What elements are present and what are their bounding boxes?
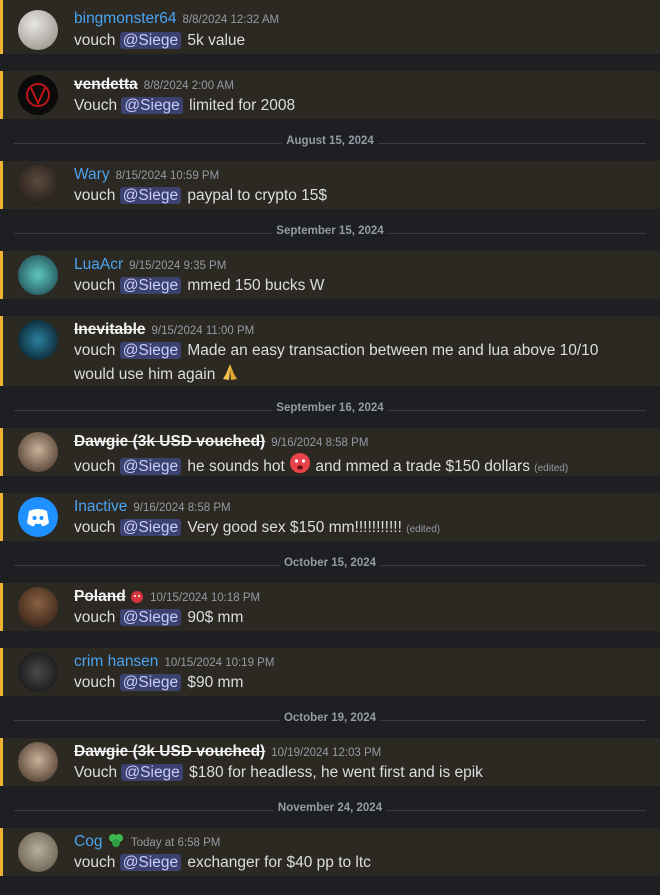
message: Wary 8/15/2024 10:59 PM vouch @Siege payp…: [0, 161, 660, 209]
username[interactable]: LuaAcr: [74, 256, 123, 273]
date-divider: October 15, 2024: [14, 557, 646, 569]
hot-face-emoji-icon: [289, 452, 311, 481]
username[interactable]: Inevitable: [74, 321, 146, 338]
timestamp: 9/15/2024 9:35 PM: [129, 260, 227, 272]
username[interactable]: Wary: [74, 166, 110, 183]
avatar[interactable]: [18, 165, 58, 205]
mention[interactable]: @Siege: [119, 854, 182, 871]
date-divider: September 16, 2024: [14, 402, 646, 414]
username[interactable]: Dawgie (3k USD vouched): [74, 743, 265, 760]
timestamp: 10/15/2024 10:19 PM: [164, 657, 275, 669]
timestamp: 8/8/2024 12:32 AM: [182, 14, 280, 26]
message: Dawgie (3k USD vouched) 10/19/2024 12:03 …: [0, 738, 660, 786]
username[interactable]: Inactive: [74, 498, 127, 515]
mention[interactable]: @Siege: [119, 458, 182, 475]
avatar[interactable]: [18, 832, 58, 872]
timestamp: 9/16/2024 8:58 PM: [133, 502, 231, 514]
avatar[interactable]: [18, 742, 58, 782]
message: LuaAcr 9/15/2024 9:35 PM vouch @Siege mme…: [0, 251, 660, 299]
avatar[interactable]: [18, 432, 58, 472]
timestamp: 9/15/2024 11:00 PM: [151, 325, 255, 337]
avatar[interactable]: [18, 75, 58, 115]
mention[interactable]: @Siege: [119, 342, 182, 359]
mention[interactable]: @Siege: [121, 764, 183, 781]
timestamp: 8/8/2024 2:00 AM: [143, 80, 234, 92]
timestamp: Today at 6:58 PM: [130, 837, 221, 849]
folded-hands-emoji-icon: [220, 362, 240, 389]
discord-icon: [27, 509, 49, 527]
avatar[interactable]: [18, 255, 58, 295]
message: crim hansen 10/15/2024 10:19 PM vouch @Si…: [0, 648, 660, 696]
timestamp: 10/19/2024 12:03 PM: [271, 747, 382, 759]
username[interactable]: Cog: [74, 833, 102, 850]
mention[interactable]: @Siege: [119, 519, 182, 536]
username[interactable]: Poland: [74, 588, 126, 605]
username[interactable]: crim hansen: [74, 653, 158, 670]
timestamp: 9/16/2024 8:58 PM: [271, 437, 369, 449]
mention[interactable]: @Siege: [119, 32, 182, 49]
username[interactable]: Dawgie (3k USD vouched): [74, 433, 265, 450]
message: bingmonster64 8/8/2024 12:32 AM vouch @Si…: [0, 0, 660, 54]
timestamp: 10/15/2024 10:18 PM: [150, 592, 261, 604]
avatar[interactable]: [18, 320, 58, 360]
mention[interactable]: @Siege: [119, 609, 182, 626]
avatar[interactable]: [18, 587, 58, 627]
avatar[interactable]: [18, 497, 58, 537]
message: vendetta 8/8/2024 2:00 AM Vouch @Siege li…: [0, 71, 660, 119]
mention[interactable]: @Siege: [119, 674, 182, 691]
message: Cog Today at 6:58 PM vouch @Siege exchan…: [0, 828, 660, 876]
mention[interactable]: @Siege: [119, 277, 182, 294]
date-divider: August 15, 2024: [14, 135, 646, 147]
message: Inactive 9/16/2024 8:58 PM vouch @Siege V…: [0, 493, 660, 541]
username[interactable]: bingmonster64: [74, 10, 177, 27]
date-divider: September 15, 2024: [14, 225, 646, 237]
avatar[interactable]: [18, 652, 58, 692]
date-divider: October 19, 2024: [14, 712, 646, 724]
message: Inevitable 9/15/2024 11:00 PM vouch @Sieg…: [0, 316, 660, 386]
message: Poland 10/15/2024 10:18 PM vouch @Siege …: [0, 583, 660, 631]
username[interactable]: vendetta: [74, 76, 138, 93]
clover-icon: [107, 833, 125, 854]
date-divider: November 24, 2024: [14, 802, 646, 814]
mention[interactable]: @Siege: [119, 187, 182, 204]
avatar[interactable]: [18, 10, 58, 50]
timestamp: 8/15/2024 10:59 PM: [115, 170, 220, 182]
mention[interactable]: @Siege: [121, 97, 183, 114]
message: Dawgie (3k USD vouched) 9/16/2024 8:58 PM…: [0, 428, 660, 476]
